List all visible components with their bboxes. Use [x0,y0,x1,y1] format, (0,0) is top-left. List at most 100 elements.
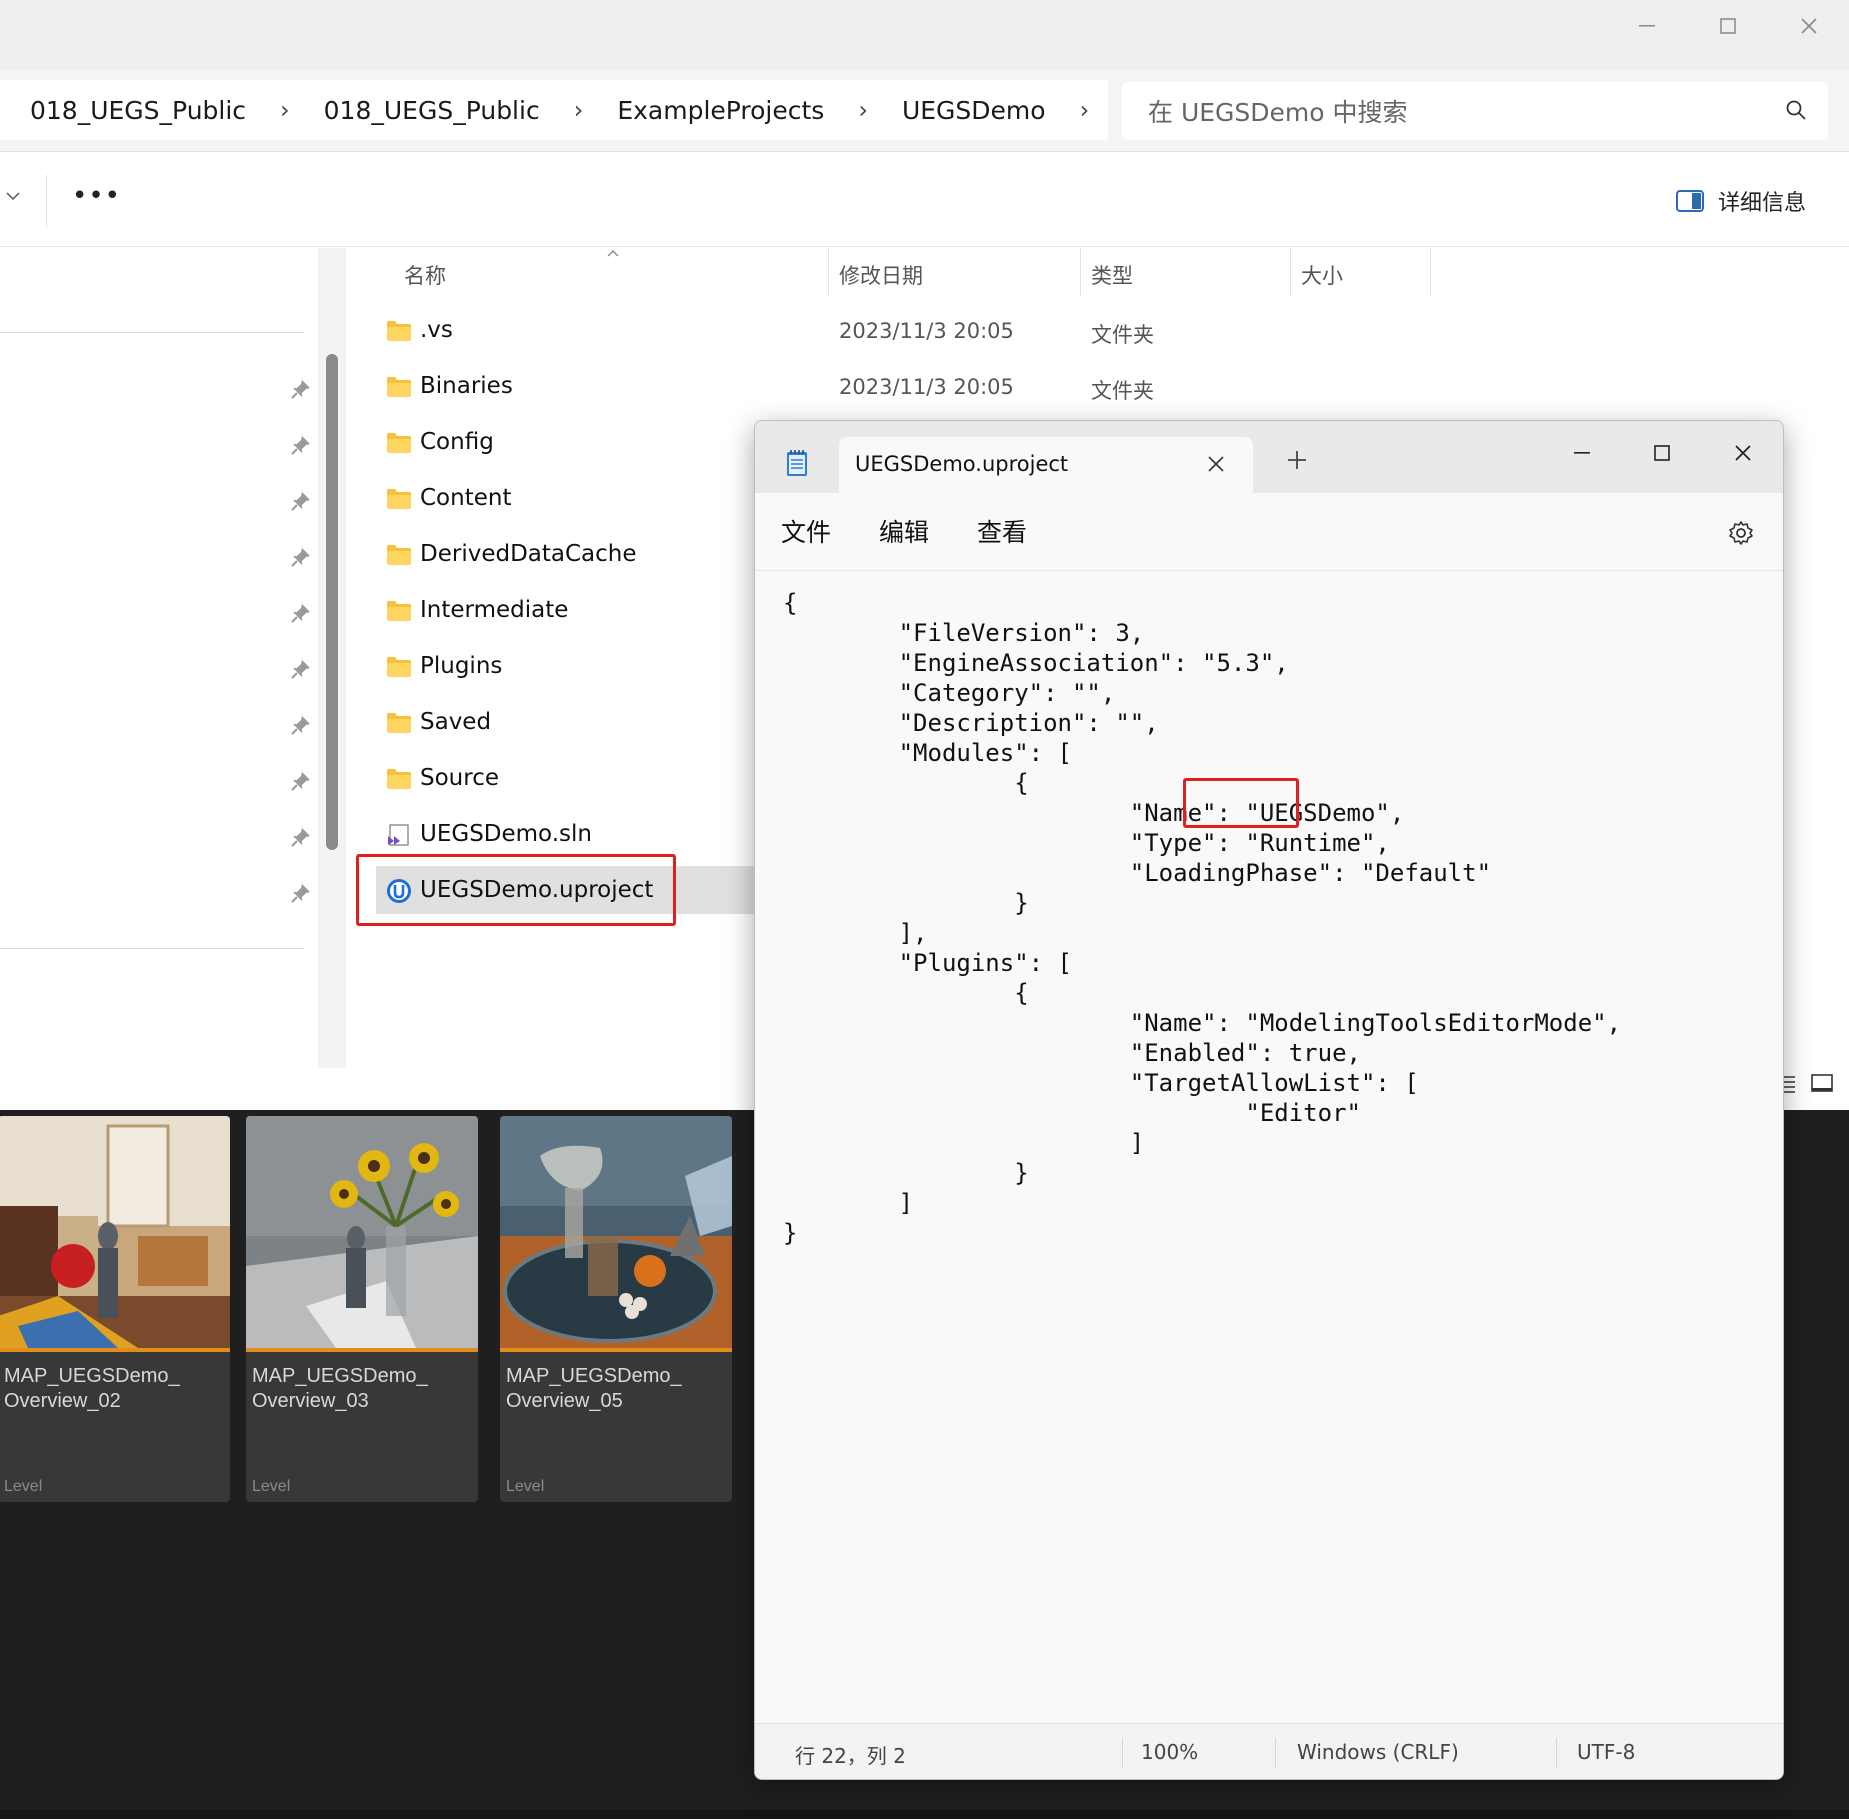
close-tab-icon[interactable] [1207,451,1225,479]
maximize-button[interactable] [1688,0,1768,52]
text-line: { [783,979,1029,1007]
column-header-type[interactable]: 类型 [1091,260,1133,290]
search-placeholder: 在 UEGSDemo 中搜索 [1148,98,1408,127]
folder-icon [387,713,411,733]
file-name: Intermediate [420,597,569,623]
pin-icon[interactable] [290,434,312,456]
file-type: 文件夹 [1091,379,1154,403]
more-options-button[interactable]: ••• [72,181,121,211]
nav-divider [0,332,304,333]
pin-icon[interactable] [290,378,312,400]
text-line: "Category": "", [783,679,1116,707]
column-divider[interactable] [1080,248,1081,296]
text-line: ] [783,1129,1145,1157]
file-row[interactable]: .vs 2023/11/3 20:05 文件夹 [350,306,1849,360]
pin-icon[interactable] [290,770,312,792]
folder-icon [387,769,411,789]
text-editor[interactable]: { "FileVersion": 3, "EngineAssociation":… [755,572,1783,1712]
breadcrumb-segment[interactable]: UEGSDemo [902,96,1046,125]
folder-icon [387,321,411,341]
search-input[interactable]: 在 UEGSDemo 中搜索 [1122,82,1828,140]
menu-bar: 文件 编辑 查看 [755,493,1783,571]
column-header-modified[interactable]: 修改日期 [839,260,923,290]
file-row[interactable]: Binaries 2023/11/3 20:05 文件夹 [350,362,1849,416]
menu-edit[interactable]: 编辑 [879,513,929,549]
close-button[interactable] [1769,0,1849,52]
details-pane-icon [1676,190,1704,212]
breadcrumb-segment[interactable]: 018_UEGS_Public [324,96,540,125]
level-thumbnail [500,1116,732,1348]
pin-icon[interactable] [290,658,312,680]
notepad-app-icon [787,450,807,476]
text-line: ], [783,919,928,947]
folder-icon [387,489,411,509]
column-divider[interactable] [1290,248,1291,296]
document-text[interactable]: { "FileVersion": 3, "EngineAssociation":… [783,588,1621,1248]
folder-icon [387,433,411,453]
text-line: "EngineAssociation": "5.3", [783,649,1289,677]
zoom-level[interactable]: 100% [1141,1740,1198,1764]
close-button[interactable] [1718,435,1768,471]
chevron-right-icon[interactable]: › [280,96,290,124]
text-line: } [783,889,1029,917]
chevron-right-icon[interactable]: › [858,96,868,124]
breadcrumb-segment[interactable]: ExampleProjects [617,96,824,125]
details-label: 详细信息 [1718,191,1807,216]
chevron-right-icon[interactable]: › [1080,96,1090,124]
text-line: "LoadingPhase": "Default" [783,859,1492,887]
column-divider[interactable] [828,248,829,296]
pin-icon[interactable] [290,490,312,512]
asset-type-bar [0,1348,230,1352]
menu-view[interactable]: 查看 [977,513,1027,549]
text-line: "TargetAllowList": [ [783,1069,1419,1097]
search-icon[interactable] [1784,98,1808,122]
details-pane-button[interactable]: 详细信息 [1676,185,1806,217]
pin-icon[interactable] [290,714,312,736]
asset-tile[interactable]: MAP_UEGSDemo_ Overview_05 Level [500,1116,732,1502]
level-thumbnail [246,1116,478,1348]
breadcrumb[interactable]: 018_UEGS_Public › 018_UEGS_Public › Exam… [0,80,1108,140]
file-type: 文件夹 [1091,323,1154,347]
menu-file[interactable]: 文件 [781,513,831,549]
new-tab-button[interactable] [1286,445,1308,478]
minimize-button[interactable] [1607,0,1687,52]
column-header-size[interactable]: 大小 [1301,260,1343,290]
bottom-strip [0,1810,1849,1819]
line-ending[interactable]: Windows (CRLF) [1297,1740,1459,1764]
tab-title: UEGSDemo.uproject [855,452,1069,476]
file-name: UEGSDemo.sln [420,821,592,847]
chevron-down-icon[interactable] [4,187,22,205]
navigation-pane [0,248,318,1068]
nav-scrollbar-thumb[interactable] [326,354,338,850]
status-divider [1275,1738,1276,1768]
text-line: } [783,1219,798,1247]
column-divider[interactable] [1430,248,1431,296]
text-line: "Modules": [ [783,739,1072,767]
file-name: Config [420,429,494,455]
pin-icon[interactable] [290,602,312,624]
chevron-right-icon[interactable]: › [574,96,584,124]
text-line: } [783,1159,1029,1187]
text-line: ] [783,1189,914,1217]
column-header-name[interactable]: 名称 [404,260,446,290]
text-line: "FileVersion": 3, [783,619,1145,647]
asset-type-bar [500,1348,732,1352]
pin-icon[interactable] [290,826,312,848]
tiles-view-icon[interactable] [1810,1072,1834,1096]
minimize-button[interactable] [1557,435,1607,471]
encoding[interactable]: UTF-8 [1577,1740,1635,1764]
asset-name: MAP_UEGSDemo_ Overview_03 [252,1365,428,1412]
gear-icon[interactable] [1727,519,1755,547]
asset-tile[interactable]: MAP_UEGSDemo_ Overview_03 Level [246,1116,478,1502]
maximize-button[interactable] [1637,435,1687,471]
uproject-highlight-box [356,854,676,926]
pin-icon[interactable] [290,546,312,568]
tab-uegsdemo-uproject[interactable]: UEGSDemo.uproject [839,437,1253,493]
asset-tile[interactable]: MAP_UEGSDemo_ Overview_02 Level [0,1116,230,1502]
folder-icon [387,601,411,621]
status-divider [1122,1738,1123,1768]
visual-studio-solution-icon [388,824,409,846]
pin-icon[interactable] [290,882,312,904]
breadcrumb-segment[interactable]: 018_UEGS_Public [30,96,246,125]
file-name: Binaries [420,373,513,399]
